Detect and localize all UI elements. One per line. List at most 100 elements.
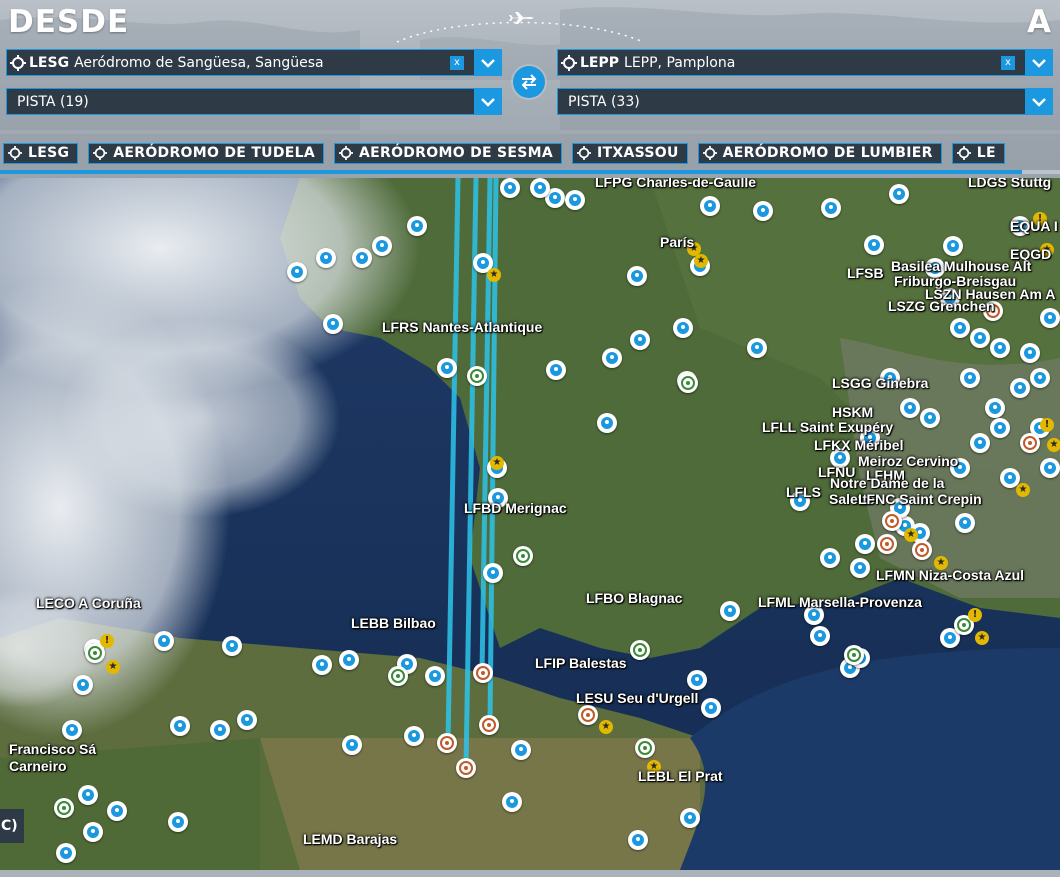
airport-pin-icon[interactable] (747, 338, 767, 358)
map-label[interactable]: LEBL El Prat (638, 768, 723, 784)
major-airport-icon[interactable] (844, 645, 864, 665)
airport-pin-icon[interactable] (920, 408, 940, 428)
airport-pin-icon[interactable] (352, 248, 372, 268)
chevron-down-icon[interactable] (474, 89, 501, 114)
airport-pin-icon[interactable] (985, 398, 1005, 418)
map-label[interactable]: LESU Seu d'Urgell (576, 690, 698, 706)
airport-pin-icon[interactable] (1030, 368, 1050, 388)
major-airport-icon[interactable] (467, 366, 487, 386)
shortcut-scroll-thumb[interactable] (0, 170, 1022, 174)
map-label[interactable]: LFKX Méribel (814, 437, 903, 453)
airport-pin-icon[interactable] (323, 314, 343, 334)
route-airport-icon[interactable] (882, 511, 902, 531)
route-airport-icon[interactable] (456, 758, 476, 778)
major-airport-icon[interactable] (388, 666, 408, 686)
airport-pin-icon[interactable] (950, 318, 970, 338)
major-airport-icon[interactable] (513, 546, 533, 566)
airport-pin-icon[interactable] (56, 843, 76, 863)
airport-pin-icon[interactable] (73, 675, 93, 695)
airport-pin-icon[interactable] (850, 558, 870, 578)
airport-pin-icon[interactable] (62, 720, 82, 740)
airport-pin-icon[interactable] (530, 178, 550, 198)
airport-pin-icon[interactable] (955, 513, 975, 533)
airport-pin-icon[interactable] (425, 666, 445, 686)
airport-pin-icon[interactable] (630, 330, 650, 350)
map-label[interactable]: Carneiro (9, 758, 67, 774)
map-label[interactable]: LSGG Ginebra (832, 375, 928, 391)
airport-pin-icon[interactable] (753, 201, 773, 221)
route-airport-icon[interactable] (479, 715, 499, 735)
map-label[interactable]: LFIP Balestas (535, 655, 627, 671)
airport-pin-icon[interactable] (673, 318, 693, 338)
map-label[interactable]: LSZG Grenchen (888, 298, 995, 314)
arrival-runway-select[interactable]: PISTA (33) (557, 88, 1053, 115)
major-airport-icon[interactable] (54, 798, 74, 818)
major-airport-icon[interactable] (678, 373, 698, 393)
airport-pin-icon[interactable] (168, 812, 188, 832)
airport-pin-icon[interactable] (437, 358, 457, 378)
map-corner-label[interactable]: C) (0, 809, 24, 843)
airport-pin-icon[interactable] (170, 716, 190, 736)
airport-pin-icon[interactable] (602, 348, 622, 368)
airport-pin-icon[interactable] (372, 236, 392, 256)
map-label[interactable]: Basilea Mulhouse Alt (891, 258, 1031, 274)
chevron-down-icon[interactable] (474, 50, 501, 75)
airport-pin-icon[interactable] (810, 626, 830, 646)
airport-pin-icon[interactable] (339, 650, 359, 670)
airport-pin-icon[interactable] (701, 698, 721, 718)
map-label[interactable]: LEBB Bilbao (351, 615, 436, 631)
map-label[interactable]: LFRS Nantes-Atlantique (382, 319, 542, 335)
airport-pin-icon[interactable] (821, 198, 841, 218)
map-label[interactable]: Notre Dame de la (830, 475, 944, 491)
airport-pin-icon[interactable] (627, 266, 647, 286)
route-airport-icon[interactable] (1020, 433, 1040, 453)
departure-airport-field[interactable]: LESG Aeródromo de Sangüesa, Sangüesa x (6, 49, 502, 76)
shortcut-chip[interactable]: AERÓDROMO DE SESMA (333, 142, 563, 164)
airport-pin-icon[interactable] (287, 262, 307, 282)
map-label[interactable]: LDGS Stuttg (968, 178, 1051, 190)
airport-pin-icon[interactable] (502, 792, 522, 812)
map-label[interactable]: LFBO Blagnac (586, 590, 682, 606)
airport-pin-icon[interactable] (960, 368, 980, 388)
map-label[interactable]: LFML Marsella-Provenza (758, 594, 922, 610)
shortcut-chip[interactable]: LE (951, 142, 1005, 164)
major-airport-icon[interactable] (635, 738, 655, 758)
map-label[interactable]: Francisco Sá (9, 741, 96, 757)
airport-pin-icon[interactable] (720, 601, 740, 621)
airport-pin-icon[interactable] (900, 398, 920, 418)
airport-pin-icon[interactable] (700, 196, 720, 216)
airport-pin-icon[interactable] (404, 726, 424, 746)
airport-pin-icon[interactable] (680, 808, 700, 828)
airport-pin-icon[interactable] (237, 710, 257, 730)
airport-pin-icon[interactable] (820, 548, 840, 568)
route-airport-icon[interactable] (578, 705, 598, 725)
map-label[interactable]: LEMD Barajas (303, 831, 397, 847)
airport-pin-icon[interactable] (342, 735, 362, 755)
map-label[interactable]: LFBD Merignac (464, 500, 567, 516)
departure-runway-select[interactable]: PISTA (19) (6, 88, 502, 115)
chevron-down-icon[interactable] (1025, 50, 1052, 75)
map-label[interactable]: LFLS (786, 484, 821, 500)
arrival-clear-button[interactable]: x (1001, 56, 1015, 70)
airport-pin-icon[interactable] (970, 433, 990, 453)
airport-pin-icon[interactable] (855, 534, 875, 554)
airport-pin-icon[interactable] (889, 184, 909, 204)
airport-pin-icon[interactable] (565, 190, 585, 210)
airport-pin-icon[interactable] (511, 740, 531, 760)
chevron-down-icon[interactable] (1025, 89, 1052, 114)
airport-pin-icon[interactable] (210, 720, 230, 740)
map-label[interactable]: LFLL Saint Exupéry (762, 419, 893, 435)
map-label[interactable]: LFMN Niza-Costa Azul (876, 567, 1024, 583)
airport-pin-icon[interactable] (500, 178, 520, 198)
airport-pin-icon[interactable] (83, 822, 103, 842)
map-label[interactable]: LFNC Saint Crepin (858, 491, 982, 507)
major-airport-icon[interactable] (630, 640, 650, 660)
airport-pin-icon[interactable] (546, 360, 566, 380)
airport-pin-icon[interactable] (864, 235, 884, 255)
route-airport-icon[interactable] (912, 540, 932, 560)
route-airport-icon[interactable] (473, 663, 493, 683)
airport-pin-icon[interactable] (1020, 343, 1040, 363)
airport-pin-icon[interactable] (154, 631, 174, 651)
shortcut-chip[interactable]: LESG (3, 142, 79, 164)
map-label[interactable]: HSKM (832, 404, 873, 420)
